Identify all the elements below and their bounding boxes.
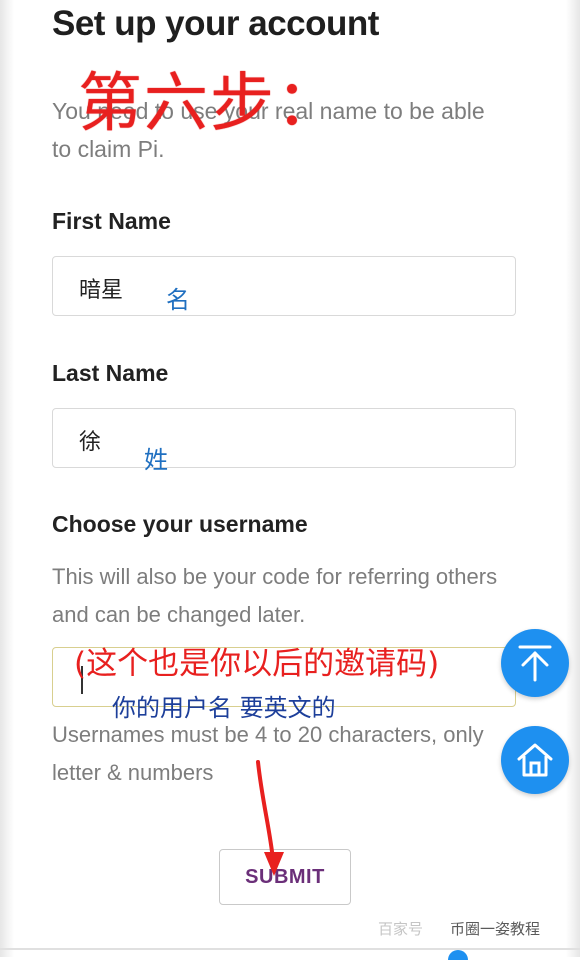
page-title: Set up your account bbox=[52, 4, 379, 43]
first-name-field[interactable]: 暗星 bbox=[52, 256, 516, 316]
scroll-top-button[interactable] bbox=[501, 629, 569, 697]
scroll-top-icon bbox=[518, 645, 552, 682]
last-name-value: 徐 bbox=[79, 430, 102, 455]
first-name-value: 暗星 bbox=[79, 278, 124, 303]
home-icon bbox=[517, 743, 553, 777]
watermark-left: 百家号 bbox=[378, 920, 424, 938]
username-label: Choose your username bbox=[52, 511, 308, 537]
bottom-indicator bbox=[448, 950, 468, 960]
username-help-text: This will also be your code for referrin… bbox=[52, 564, 498, 627]
last-name-annotation: 姓 bbox=[144, 446, 168, 474]
username-annotation: 你的用户名 要英文的 bbox=[112, 694, 336, 722]
bottom-divider bbox=[0, 948, 580, 950]
last-name-field[interactable]: 徐 bbox=[52, 408, 516, 468]
home-button[interactable] bbox=[501, 726, 569, 794]
right-edge-shadow bbox=[566, 0, 580, 957]
first-name-annotation: 名 bbox=[166, 286, 190, 314]
first-name-label: First Name bbox=[52, 208, 171, 234]
arrow-annotation bbox=[256, 760, 284, 876]
watermark-right: 币圈一姿教程 bbox=[450, 920, 541, 938]
referral-annotation: (这个也是你以后的邀请码) bbox=[74, 646, 440, 682]
last-name-label: Last Name bbox=[52, 360, 169, 386]
step-annotation: 第六步： bbox=[78, 67, 342, 141]
left-edge-shadow bbox=[0, 0, 14, 957]
